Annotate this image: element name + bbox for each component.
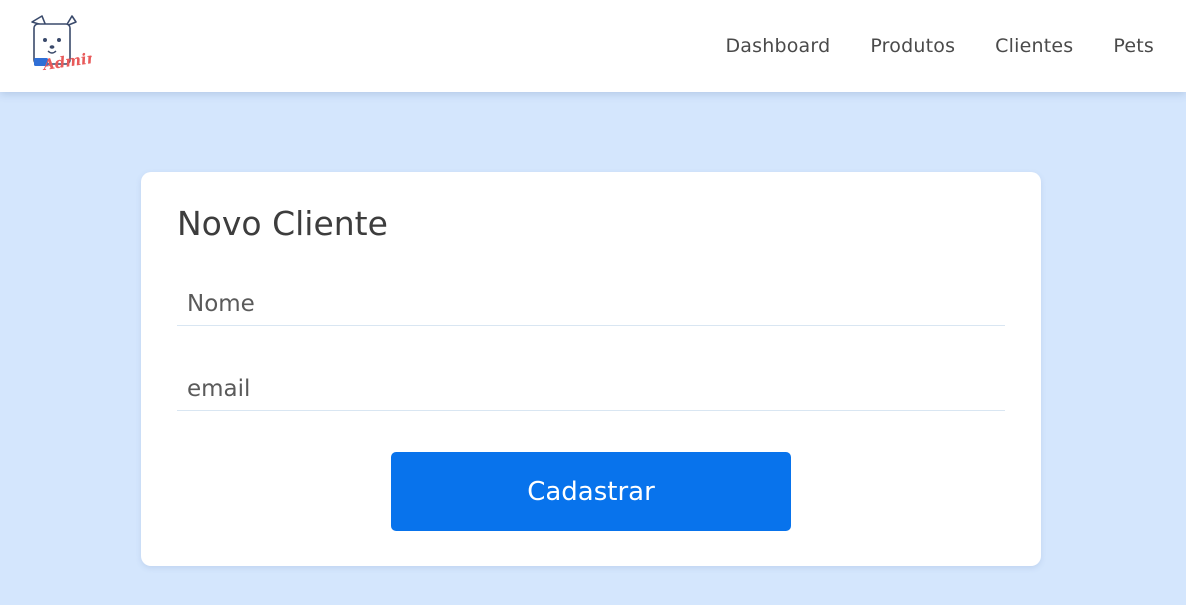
- cadastrar-button[interactable]: Cadastrar: [391, 452, 791, 531]
- new-client-form-card: Novo Cliente Cadastrar: [141, 172, 1041, 566]
- admin-logo[interactable]: Admin: [26, 14, 92, 76]
- main-nav: Dashboard Produtos Clientes Pets: [685, 0, 1154, 92]
- nav-item-pets[interactable]: Pets: [1113, 35, 1154, 57]
- nome-field[interactable]: [177, 282, 1005, 326]
- email-field[interactable]: [177, 367, 1005, 411]
- nav-item-produtos[interactable]: Produtos: [870, 35, 955, 57]
- nav-item-dashboard[interactable]: Dashboard: [725, 35, 830, 57]
- dog-mascot-icon: Admin: [31, 15, 92, 74]
- top-navbar: Admin Dashboard Produtos Clientes Pets: [0, 0, 1186, 92]
- form-title: Novo Cliente: [177, 204, 388, 243]
- nav-item-clientes[interactable]: Clientes: [995, 35, 1073, 57]
